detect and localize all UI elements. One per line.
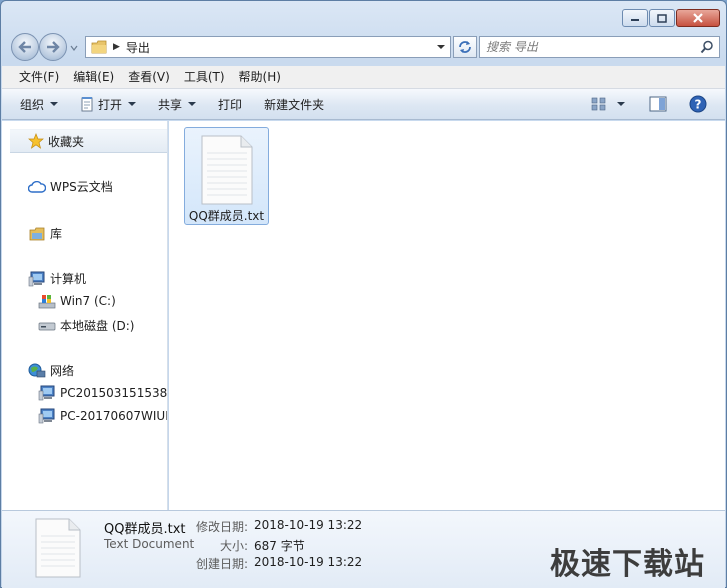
modified-date-label: 修改日期: [195, 520, 248, 534]
nav-item-libraries[interactable]: 库 [28, 225, 62, 242]
chevron-down-icon [50, 102, 59, 106]
text-document-icon [35, 518, 81, 578]
favorites-item[interactable]: 收藏夹 [10, 129, 167, 153]
menu-view[interactable]: 查看(V) [122, 67, 176, 87]
organize-label: 组织 [20, 97, 45, 112]
breadcrumb-current[interactable]: 导出 [126, 39, 150, 56]
navigation-pane: 收藏夹 WPS云文档 库 计算机 Win7 (C:) 本地磁盘 (D:) 网络 … [2, 121, 168, 510]
preview-pane-icon[interactable] [649, 96, 667, 112]
details-file-name: QQ群成员.txt [104, 522, 186, 537]
watermark-text: 极速下载站 [550, 547, 705, 582]
network-label: 网络 [50, 364, 75, 378]
file-name: QQ群成员.txt [188, 209, 265, 223]
menu-edit[interactable]: 编辑(E) [67, 67, 120, 87]
close-icon [693, 13, 703, 23]
view-options-icon [591, 97, 606, 111]
menu-file[interactable]: 文件(F) [13, 67, 65, 87]
new-folder-label: 新建文件夹 [264, 97, 325, 112]
notepad-icon [81, 97, 93, 112]
help-icon[interactable]: ? [689, 95, 707, 113]
computer-icon [28, 271, 46, 287]
nav-item-drive-d[interactable]: 本地磁盘 (D:) [38, 317, 134, 334]
address-bar[interactable]: ▶ 导出 [85, 36, 451, 58]
command-bar: 组织 打开 共享 打印 新建文件夹 ? [2, 89, 725, 120]
libraries-label: 库 [50, 227, 63, 241]
size-label: 大小: [219, 539, 248, 553]
close-button[interactable] [676, 9, 720, 27]
size-value: 687 字节 [254, 539, 305, 553]
search-box[interactable] [479, 36, 720, 58]
modified-date-value: 2018-10-19 13:22 [254, 518, 363, 532]
nav-item-wps-cloud[interactable]: WPS云文档 [28, 178, 113, 195]
share-label: 共享 [158, 97, 183, 112]
drive-icon [38, 293, 56, 309]
forward-button[interactable] [39, 33, 67, 61]
address-history-dropdown[interactable] [436, 42, 446, 52]
created-date-label: 创建日期: [195, 557, 248, 571]
nav-item-pc1[interactable]: PC201503151538 [38, 385, 167, 401]
computer-icon [38, 385, 56, 401]
minimize-button[interactable] [622, 9, 648, 27]
open-button[interactable]: 打开 [80, 96, 137, 113]
cloud-icon [28, 179, 46, 195]
chevron-down-icon [128, 102, 137, 106]
network-icon [28, 363, 46, 379]
drive-d-label: 本地磁盘 (D:) [60, 319, 135, 333]
change-view-button[interactable] [591, 97, 625, 111]
share-button[interactable]: 共享 [158, 96, 197, 113]
open-label: 打开 [98, 97, 123, 112]
created-date-value: 2018-10-19 13:22 [254, 555, 363, 569]
star-icon [28, 133, 44, 149]
library-icon [28, 226, 46, 242]
minimize-icon [631, 19, 639, 21]
new-folder-button[interactable]: 新建文件夹 [264, 96, 324, 113]
maximize-icon [657, 13, 667, 23]
print-label: 打印 [218, 97, 243, 112]
menu-help[interactable]: 帮助(H) [233, 67, 287, 87]
navigation-row: ▶ 导出 [9, 33, 720, 61]
nav-item-drive-c[interactable]: Win7 (C:) [38, 293, 116, 309]
search-input[interactable] [486, 37, 696, 57]
back-arrow-icon [18, 41, 31, 53]
maximize-button[interactable] [649, 9, 675, 27]
drive-c-label: Win7 (C:) [60, 294, 116, 308]
favorites-label: 收藏夹 [48, 134, 85, 149]
wps-cloud-label: WPS云文档 [50, 180, 113, 194]
file-list[interactable]: QQ群成员.txt [169, 121, 725, 510]
view-controls: ? [591, 95, 707, 113]
breadcrumb-separator[interactable]: ▶ [113, 42, 120, 52]
nav-item-computer[interactable]: 计算机 [28, 270, 86, 287]
search-icon[interactable] [700, 40, 714, 54]
caption-buttons [621, 9, 720, 27]
details-pane: QQ群成员.txt Text Document 修改日期: 2018-10-19… [2, 510, 725, 588]
forward-arrow-icon [47, 41, 60, 53]
drive-icon [38, 318, 56, 334]
computer-label: 计算机 [50, 272, 87, 286]
chevron-down-icon [188, 102, 197, 106]
nav-item-pc2[interactable]: PC-20170607WIUN [38, 408, 168, 424]
file-item[interactable]: QQ群成员.txt [184, 127, 269, 225]
computer-icon [38, 408, 56, 424]
pc2-label: PC-20170607WIUN [60, 409, 168, 423]
print-button[interactable]: 打印 [218, 96, 242, 113]
refresh-button[interactable] [453, 36, 477, 58]
nav-item-network[interactable]: 网络 [28, 362, 74, 379]
back-button[interactable] [11, 33, 39, 61]
svg-text:?: ? [695, 98, 702, 112]
recent-pages-dropdown[interactable] [69, 43, 79, 53]
details-file-type: Text Document [104, 537, 195, 551]
explorer-window: ▶ 导出 文件(F) 编辑(E) 查看(V) 工具(T) 帮助(H) [0, 0, 727, 588]
refresh-icon [459, 41, 471, 53]
pc1-label: PC201503151538 [60, 386, 168, 400]
chevron-down-icon [617, 102, 625, 106]
folder-icon [91, 40, 107, 54]
text-document-icon [201, 135, 253, 205]
menu-tools[interactable]: 工具(T) [178, 67, 231, 87]
organize-button[interactable]: 组织 [20, 96, 59, 113]
menu-bar: 文件(F) 编辑(E) 查看(V) 工具(T) 帮助(H) [2, 66, 725, 89]
